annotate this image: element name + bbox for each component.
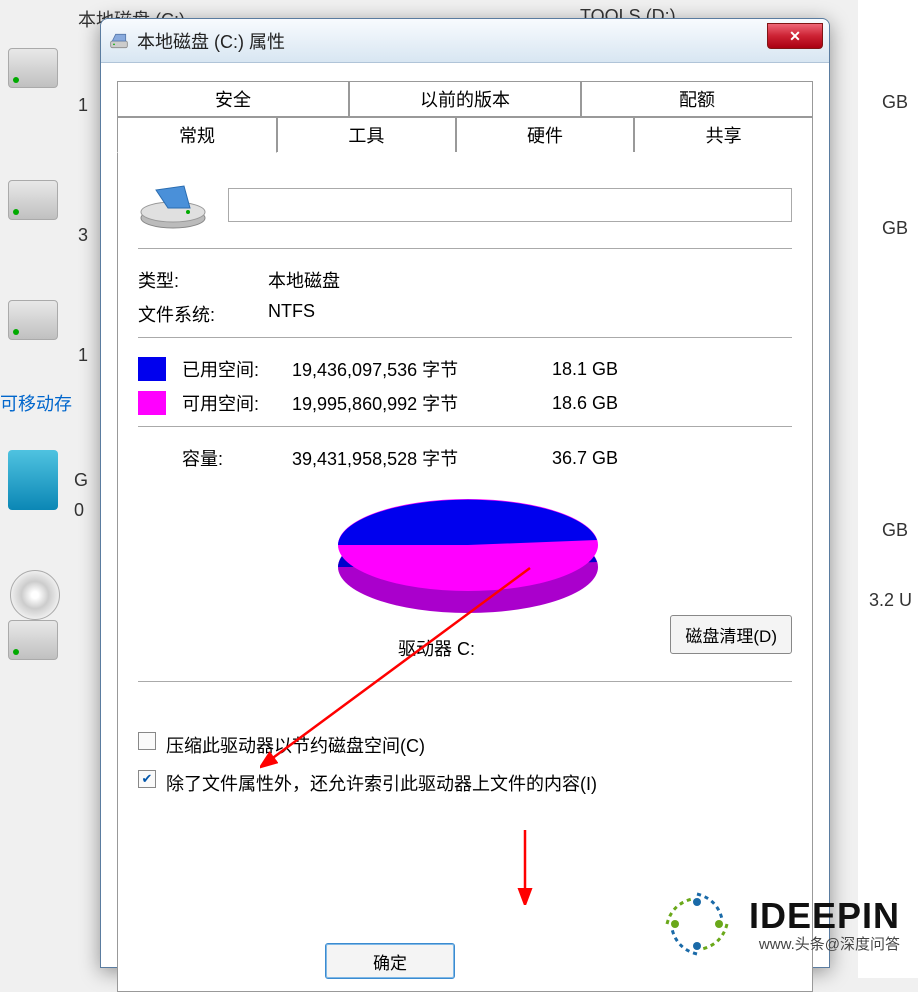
index-drive-checkbox[interactable] — [138, 770, 156, 788]
titlebar[interactable]: 本地磁盘 (C:) 属性 ✕ — [101, 19, 829, 63]
tab-general[interactable]: 常规 — [117, 117, 277, 153]
tab-tools[interactable]: 工具 — [277, 117, 456, 153]
separator — [138, 681, 792, 682]
index-drive-label: 除了文件属性外，还允许索引此驱动器上文件的内容(I) — [166, 770, 597, 796]
used-space-bytes: 19,436,097,536 字节 — [292, 356, 552, 382]
used-space-swatch — [138, 357, 166, 381]
ideepin-logo-icon — [657, 884, 737, 964]
drive-large-icon — [138, 180, 208, 230]
disk-usage-pie-chart — [328, 485, 608, 625]
tab-security[interactable]: 安全 — [117, 81, 349, 117]
capacity-label: 容量: — [182, 445, 292, 471]
ok-button[interactable]: 确定 — [325, 943, 455, 979]
filesystem-label: 文件系统: — [138, 301, 268, 327]
used-space-gb: 18.1 GB — [552, 359, 618, 380]
bg-drive-icon-3 — [8, 300, 58, 340]
capacity-gb: 36.7 GB — [552, 448, 618, 469]
filesystem-value: NTFS — [268, 301, 792, 327]
capacity-bytes: 39,431,958,528 字节 — [292, 445, 552, 471]
properties-dialog: 本地磁盘 (C:) 属性 ✕ 安全 以前的版本 配额 常规 工具 硬件 共享 类… — [100, 18, 830, 968]
volume-name-input[interactable] — [228, 188, 792, 222]
type-value: 本地磁盘 — [268, 267, 792, 293]
compress-drive-label: 压缩此驱动器以节约磁盘空间(C) — [166, 732, 425, 758]
tab-previous-versions[interactable]: 以前的版本 — [349, 81, 581, 117]
close-button[interactable]: ✕ — [767, 23, 823, 49]
free-space-swatch — [138, 391, 166, 415]
disk-cleanup-button[interactable]: 磁盘清理(D) — [670, 615, 792, 654]
type-label: 类型: — [138, 267, 268, 293]
separator — [138, 337, 792, 338]
free-space-label: 可用空间: — [182, 390, 292, 416]
bg-drive-icon-1 — [8, 48, 58, 88]
watermark-brand: IDEEPIN — [749, 895, 900, 937]
removable-storage-label: 可移动存 — [0, 390, 72, 416]
drive-icon — [109, 31, 129, 51]
bg-folder-icon — [8, 450, 58, 510]
general-tab-content: 类型: 本地磁盘 文件系统: NTFS 已用空间: 19,436,097,536… — [117, 152, 813, 992]
dialog-title: 本地磁盘 (C:) 属性 — [137, 28, 285, 54]
used-space-label: 已用空间: — [182, 356, 292, 382]
free-space-bytes: 19,995,860,992 字节 — [292, 390, 552, 416]
bg-drive-icon-4 — [8, 620, 58, 660]
tab-hardware[interactable]: 硬件 — [456, 117, 635, 153]
bg-dvd-icon — [10, 570, 60, 620]
right-edge-panel: GB GB GB 3.2 U — [858, 0, 918, 978]
compress-drive-checkbox[interactable] — [138, 732, 156, 750]
watermark-subtitle: www.头条@深度问答 — [749, 933, 900, 954]
tab-sharing[interactable]: 共享 — [634, 117, 813, 153]
tab-quota[interactable]: 配额 — [581, 81, 813, 117]
free-space-gb: 18.6 GB — [552, 393, 618, 414]
separator — [138, 426, 792, 427]
separator — [138, 248, 792, 249]
bg-drive-icon-2 — [8, 180, 58, 220]
close-icon: ✕ — [789, 28, 801, 45]
drive-letter-label: 驱动器 C: — [398, 635, 475, 661]
watermark: IDEEPIN www.头条@深度问答 — [657, 884, 900, 964]
